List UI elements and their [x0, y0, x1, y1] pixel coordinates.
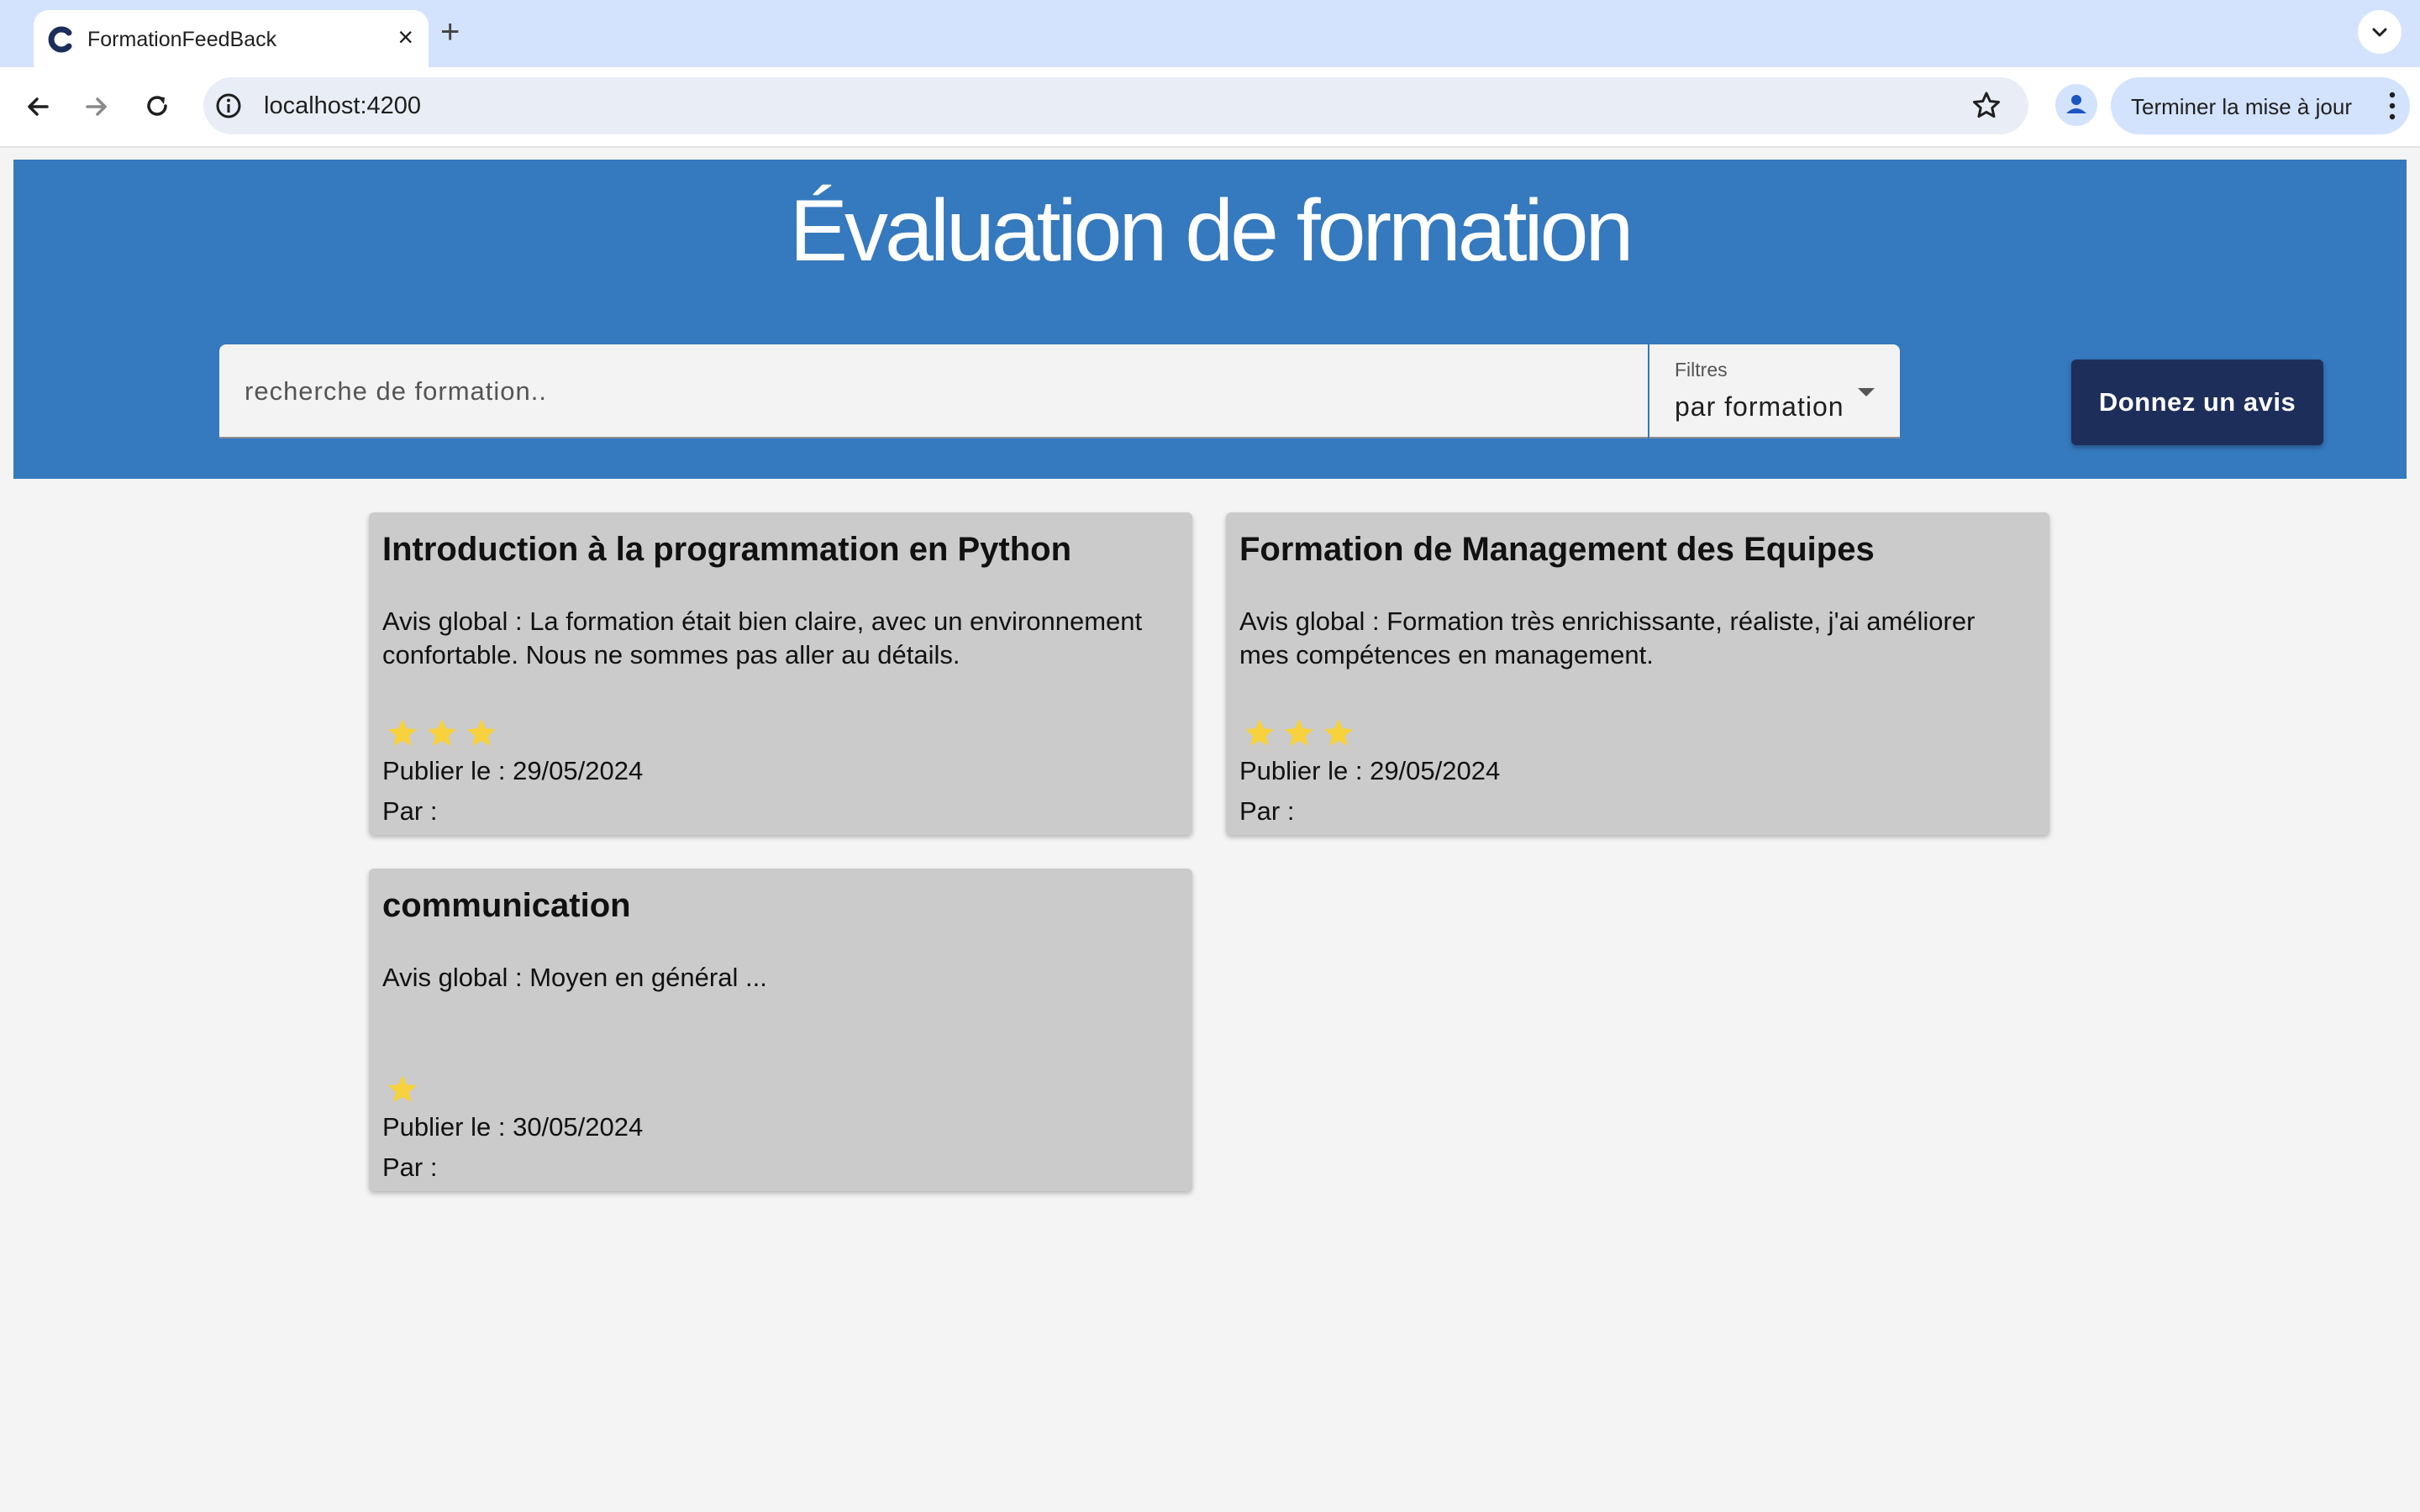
star-icon	[467, 719, 496, 746]
chevron-down-icon	[2372, 28, 2387, 37]
feedback-card: Formation de Management des Equipes Avis…	[1226, 512, 2049, 835]
profile-avatar-icon	[2066, 95, 2086, 113]
app-favicon-icon	[48, 26, 72, 53]
bookmark-star-icon[interactable]	[1970, 89, 2003, 123]
back-arrow-icon[interactable]	[18, 87, 57, 126]
browser-tabstrip: FormationFeedBack × +	[0, 0, 2420, 67]
address-bar[interactable]: localhost:4200	[203, 77, 2028, 134]
search-input[interactable]	[243, 344, 1624, 438]
star-rating	[386, 1073, 425, 1110]
browser-tab[interactable]: FormationFeedBack ×	[34, 10, 429, 67]
site-info-icon[interactable]	[213, 91, 244, 121]
star-icon	[1285, 719, 1313, 746]
star-icon	[1245, 719, 1274, 746]
card-title: Introduction à la programmation en Pytho…	[382, 531, 1072, 568]
tab-search-button[interactable]	[2358, 10, 2402, 54]
tab-close-icon[interactable]: ×	[397, 24, 413, 50]
profile-button[interactable]	[2055, 84, 2097, 126]
new-tab-icon[interactable]: +	[440, 15, 460, 49]
filter-label: Filtres	[1675, 359, 1728, 381]
star-rating	[386, 717, 504, 753]
forward-arrow-icon[interactable]	[77, 87, 116, 126]
update-button[interactable]: Terminer la mise à jour	[2111, 77, 2410, 134]
feedback-card: Introduction à la programmation en Pytho…	[369, 512, 1192, 835]
page-header: Évaluation de formation Filtres par form…	[13, 160, 2407, 479]
url-text: localhost:4200	[264, 92, 422, 119]
filter-value: par formation	[1675, 391, 1844, 422]
dropdown-caret-icon	[1858, 388, 1875, 396]
star-rating	[1243, 717, 1361, 753]
filter-select[interactable]: Filtres par formation	[1649, 344, 1900, 438]
card-title: communication	[382, 887, 631, 924]
card-author: Par :	[1239, 796, 1295, 826]
card-author: Par :	[382, 1152, 438, 1182]
card-review-text: Avis global : Moyen en général ...	[382, 963, 767, 992]
card-date: Publier le : 29/05/2024	[382, 756, 644, 785]
star-icon	[388, 1075, 417, 1102]
card-date: Publier le : 29/05/2024	[1239, 756, 1501, 785]
page-title: Évaluation de formation	[789, 182, 1634, 280]
tab-title: FormationFeedBack	[87, 28, 277, 51]
card-review-text: Avis global : Formation très enrichissan…	[1239, 606, 1975, 669]
search-field[interactable]	[219, 344, 1648, 438]
card-author: Par :	[382, 796, 438, 826]
star-icon	[428, 719, 456, 746]
reload-icon[interactable]	[138, 87, 176, 126]
feedback-card: communication Avis global : Moyen en gén…	[369, 869, 1192, 1191]
more-options-icon[interactable]	[2388, 91, 2396, 121]
card-date: Publier le : 30/05/2024	[382, 1112, 644, 1142]
star-icon	[388, 719, 417, 746]
star-icon	[1324, 719, 1353, 746]
card-title: Formation de Management des Equipes	[1239, 531, 1875, 568]
card-review-text: Avis global : La formation était bien cl…	[382, 606, 1143, 669]
give-review-button[interactable]: Donnez un avis	[2071, 360, 2323, 445]
update-label: Terminer la mise à jour	[2131, 94, 2352, 119]
browser-toolbar: localhost:4200 Terminer la mise à jour	[0, 67, 2420, 148]
